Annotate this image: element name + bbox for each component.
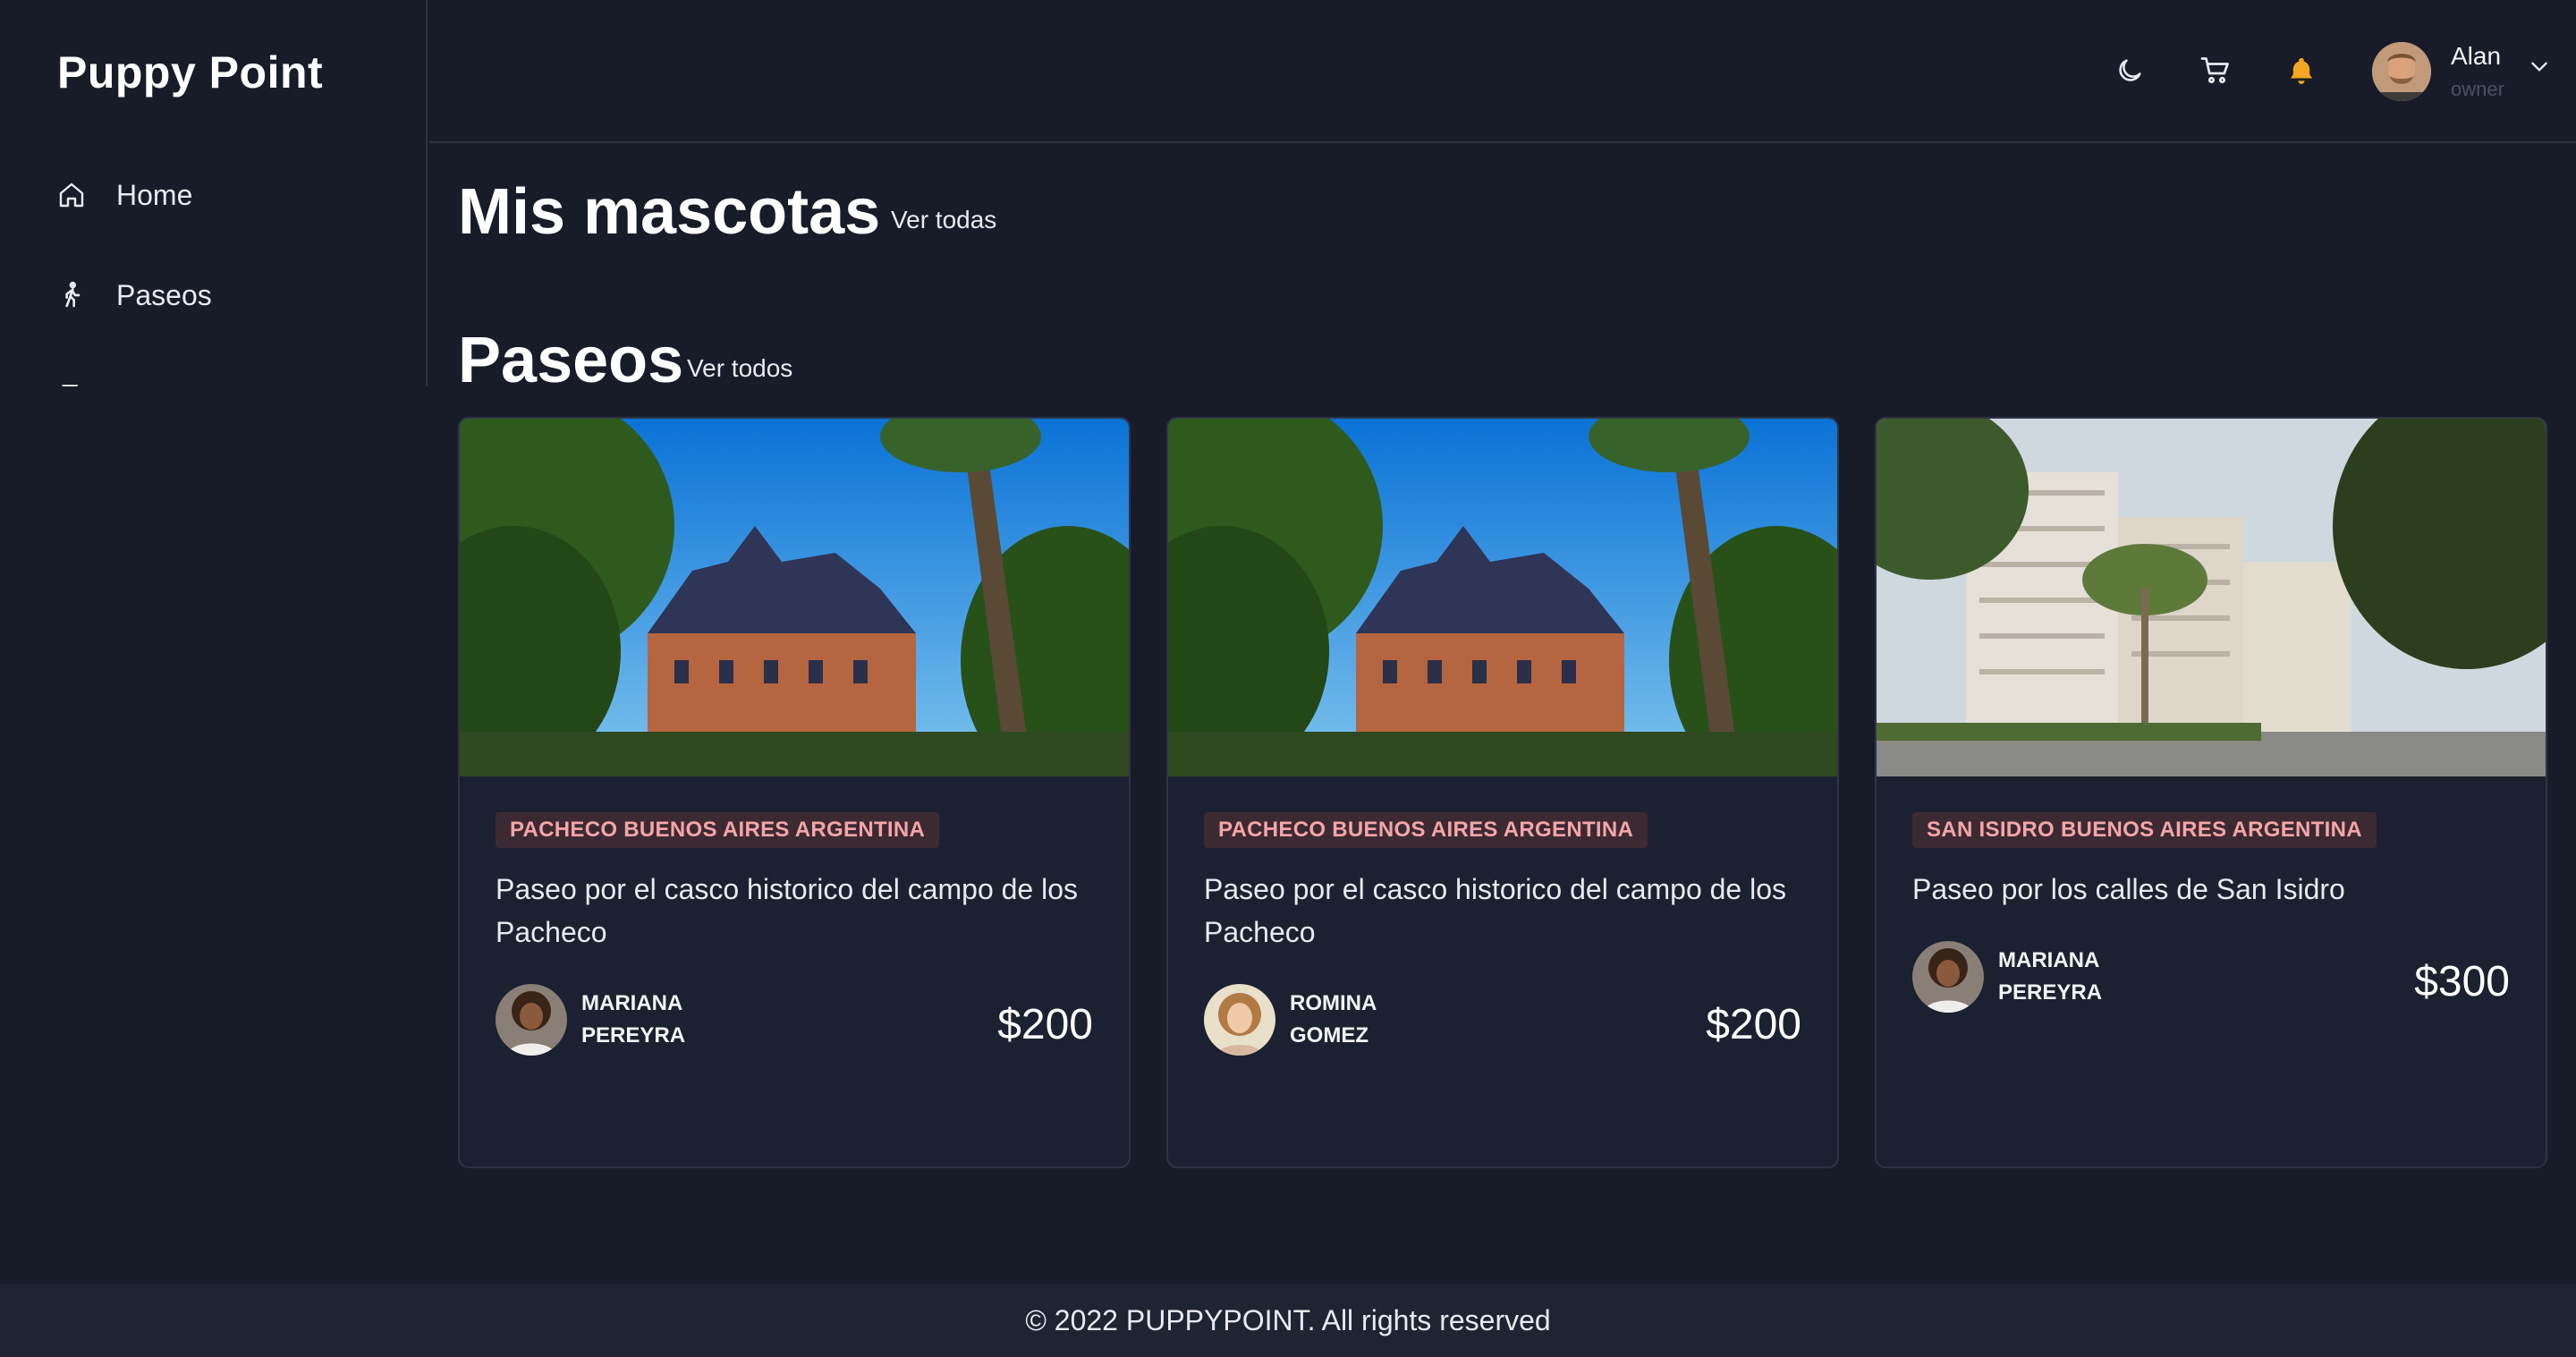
walker-last-name: GOMEZ <box>1290 1023 1368 1047</box>
footer: © 2022 PUPPYPOINT. All rights reserved <box>0 1285 2576 1357</box>
paseo-image <box>1168 419 1837 776</box>
walker-info: ROMINA GOMEZ <box>1204 984 1451 1056</box>
sidebar-item-clipped[interactable] <box>54 369 116 386</box>
price: $200 <box>997 1001 1093 1048</box>
walk-icon <box>54 277 89 313</box>
user-name: Alan <box>2451 42 2502 70</box>
sidebar-item-label: Home <box>116 178 193 211</box>
copyright-text: © 2022 PUPPYPOINT. All rights reserved <box>1025 1304 1551 1336</box>
walker-info: MARIANA PEREYRA <box>1912 941 2159 1013</box>
moon-icon[interactable] <box>2109 50 2150 91</box>
top-header: Alan owner <box>429 0 2576 143</box>
avatar <box>1912 941 1984 1013</box>
location-badge: SAN ISIDRO BUENOS AIRES ARGENTINA <box>1912 812 2377 848</box>
cart-icon[interactable] <box>2195 50 2236 91</box>
paseo-card[interactable]: PACHECO BUENOS AIRES ARGENTINA Paseo por… <box>1166 417 1839 1168</box>
avatar <box>2372 42 2431 101</box>
location-badge: PACHECO BUENOS AIRES ARGENTINA <box>496 812 940 848</box>
user-menu[interactable]: Alan owner <box>2372 39 2551 104</box>
avatar <box>1204 984 1275 1056</box>
location-badge: PACHECO BUENOS AIRES ARGENTINA <box>1204 812 1648 848</box>
paseo-title: Paseo por los calles de San Isidro <box>1912 873 2345 905</box>
paseo-card[interactable]: SAN ISIDRO BUENOS AIRES ARGENTINA Paseo … <box>1875 417 2547 1168</box>
paseo-image <box>1877 419 2546 776</box>
user-role: owner <box>2451 78 2504 100</box>
sidebar-item-label: Paseos <box>116 278 212 311</box>
brand-logo-text[interactable]: Puppy Point <box>57 47 323 98</box>
paseo-title: Paseo por el casco historico del campo d… <box>496 873 1079 948</box>
paseo-card[interactable]: PACHECO BUENOS AIRES ARGENTINA Paseo por… <box>458 417 1131 1168</box>
sidebar-item-home[interactable]: Home <box>54 168 192 222</box>
price: $200 <box>1706 1001 1801 1048</box>
walker-first-name: ROMINA <box>1290 991 1377 1015</box>
home-icon <box>54 177 89 213</box>
section-title-paseos: Paseos <box>458 325 684 396</box>
ver-todas-link[interactable]: Ver todas <box>891 206 996 234</box>
price: $300 <box>2414 958 2510 1005</box>
sidebar-item-paseos[interactable]: Paseos <box>54 268 212 322</box>
ver-todos-link[interactable]: Ver todos <box>687 354 792 383</box>
avatar <box>496 984 567 1056</box>
flag-icon <box>54 377 89 386</box>
walker-info: MARIANA PEREYRA <box>496 984 742 1056</box>
sidebar: Puppy Point Home Paseos <box>0 0 428 386</box>
paseo-image <box>460 419 1129 776</box>
walker-first-name: MARIANA <box>1998 948 2100 972</box>
walker-last-name: PEREYRA <box>1998 980 2103 1005</box>
paseo-title: Paseo por el casco historico del campo d… <box>1204 873 1787 948</box>
section-title-mascotas: Mis mascotas <box>458 176 881 248</box>
bell-icon[interactable] <box>2281 50 2322 91</box>
walker-last-name: PEREYRA <box>581 1023 686 1047</box>
chevron-down-icon[interactable] <box>2528 55 2551 82</box>
walker-first-name: MARIANA <box>581 991 683 1015</box>
